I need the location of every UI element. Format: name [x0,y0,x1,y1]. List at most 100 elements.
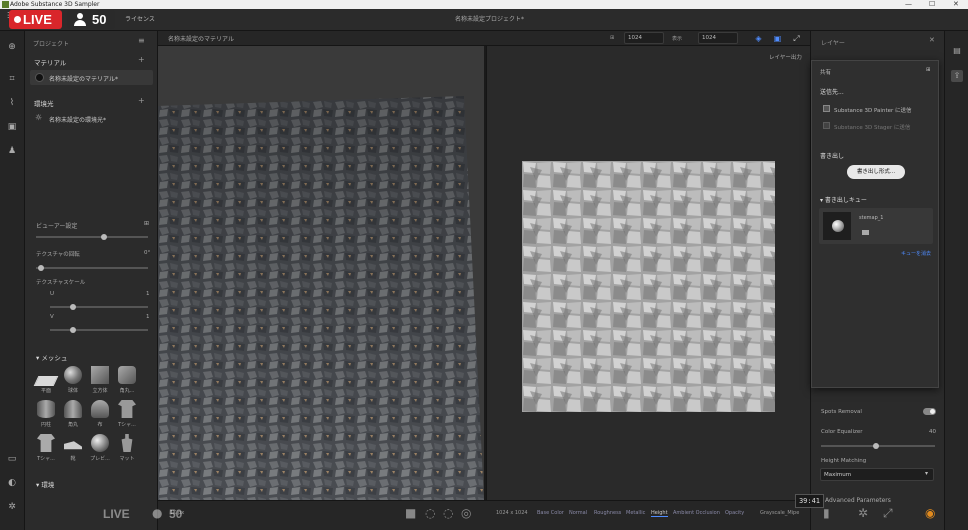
environment-item-label: 名称未設定の環境光* [49,117,107,124]
mesh-cylinder[interactable]: 円柱 [35,400,57,430]
palette-icon[interactable]: ◐ [6,477,18,489]
export-format-button[interactable]: 書き出し形式... [847,165,905,179]
viewport-title: 名称未設定のマテリアル [168,36,234,43]
mesh-mannequin[interactable]: マット [116,434,138,464]
split-view-icon[interactable]: ▣ [772,33,783,44]
share-label: 共有 [820,70,832,76]
material-item[interactable]: 名称未設定のマテリアル* [30,70,153,85]
shoe-icon [64,441,82,450]
preview-sphere-icon [91,434,109,452]
maximize-button[interactable]: ☐ [929,0,935,8]
mesh-sphere[interactable]: 球体 [62,366,84,396]
color-equalizer-slider[interactable] [821,443,935,449]
mesh-title: ▾ メッシュ [36,354,68,362]
live-badge: LIVE [9,10,62,29]
u-label: U [50,291,55,297]
mesh-shoe[interactable]: 靴 [62,434,84,464]
mesh-tshirt[interactable]: Tシャ... [116,400,138,430]
mesh-rounded[interactable]: 角丸 [62,400,84,430]
mesh-preview-sphere[interactable]: プレビ... [89,434,111,464]
menu-license[interactable]: ライセンス [125,14,155,23]
right-toolbar: ▤ ⇪ [944,31,968,530]
popover-options-icon[interactable]: ⊞ [926,67,931,73]
u-scale-slider[interactable] [50,304,148,310]
frame-icon[interactable]: ▣ [6,121,18,133]
2d-viewport[interactable]: レイヤー出力 [486,46,810,500]
mesh-label: 角丸... [119,388,135,394]
send-to-painter-link[interactable]: Substance 3D Painter に送信 [834,106,912,114]
mesh-plane[interactable]: 平面 [33,366,59,396]
mesh-label: 布 [97,422,103,428]
rotate-icon[interactable]: ◌ [425,506,435,520]
mesh-cloth[interactable]: 布 [89,400,111,430]
fullscreen-icon[interactable]: ⤢ [791,33,802,44]
add-environment-icon[interactable]: + [138,96,145,105]
resolution-select[interactable]: 1024 [624,32,664,44]
mesh-label: Tシャ... [37,456,55,462]
viewer-settings-section: ビューアー設定 ⊞ テクスチャの回転 0° テクスチャスケール U 1 V 1 [30,212,152,336]
signal-bars-icon: ▮ [823,506,830,520]
left-toolbar: ⊕ ⌗ ⌇ ▣ ♟ ▭ ◐ ✲ [0,31,25,530]
close-panel-icon[interactable]: ✕ [929,36,935,44]
minimize-button[interactable]: — [905,0,912,8]
mesh-label: 球体 [67,388,78,394]
brush-icon[interactable]: ⌇ [6,97,18,109]
layers-heading: レイヤー [821,40,845,47]
layer-output-dropdown[interactable]: レイヤー出力 [769,53,802,61]
height-map-preview [522,161,775,412]
window-title: Adobe Substance 3D Sampler [10,1,100,8]
app-logo-icon [2,1,9,8]
mesh-label: 円柱 [40,422,51,428]
mesh-rounded-cube[interactable]: 角丸... [116,366,138,396]
mesh-tshirt-2[interactable]: Tシャ... [35,434,57,464]
crop-icon[interactable]: ⌗ [6,73,18,85]
display-label: 表示 [672,36,683,42]
clear-queue-link[interactable]: キューを消去 [901,250,931,257]
cloth-icon [91,400,109,418]
zoom-icon[interactable]: ◌ [443,506,453,520]
gear-icon[interactable]: ✲ [858,506,868,520]
environment-section-title: ▾ 環境 [36,481,55,489]
close-window-button[interactable]: ✕ [953,0,959,8]
document-title: 名称未設定プロジェクト* [455,16,525,23]
menu-bar: ライセンス 名称未設定プロジェクト* ☰ [0,9,968,31]
height-matching-select[interactable]: Maximum [820,468,934,481]
display-resolution-select[interactable]: 1024 [698,32,738,44]
spots-removal-toggle[interactable] [923,408,936,415]
overlay-live-label: LIVE [103,507,130,521]
share-export-popover: 共有 ⊞ 送信先... Substance 3D Painter に送信 Sub… [811,60,939,388]
environment-label: 環境光 [34,100,54,108]
export-queue-text: 書き出しキュー [824,197,867,204]
folder-icon[interactable] [862,230,869,235]
mesh-cube[interactable]: 立方体 [89,366,111,396]
project-heading: プロジェクト [33,41,70,48]
exposure-slider[interactable] [36,234,148,240]
painter-app-icon [823,105,830,112]
share-icon[interactable]: ⇪ [951,70,963,82]
environment-item[interactable]: ☼ 名称未設定の環境光* [30,111,153,126]
v-value: 1 [146,314,150,320]
reset-view-icon[interactable]: ◎ [461,506,471,520]
cylinder-icon [37,400,55,418]
mesh-label: Tシャ... [118,422,136,428]
3d-viewport[interactable] [158,46,484,500]
project-menu-icon[interactable]: ≡ [138,36,145,45]
rotation-slider[interactable] [36,265,148,271]
layers-icon[interactable]: ▤ [951,45,963,57]
viewer-count: 50 [92,12,107,27]
spots-removal-label: Spots Removal [821,409,862,415]
camera-icon[interactable]: ■ [405,506,416,520]
material-thumbnail [35,73,44,82]
viewer-settings-icon[interactable]: ▭ [6,453,18,465]
color-equalizer-value: 40 [929,429,936,435]
add-icon[interactable]: ⊕ [6,41,18,53]
v-scale-slider[interactable] [50,327,148,333]
send-to-stager-link[interactable]: Substance 3D Stager に送信 [834,123,910,131]
export-queue-item[interactable]: stemap_1 [819,208,933,244]
add-material-icon[interactable]: + [138,55,145,64]
3d-view-icon[interactable]: ◈ [753,33,764,44]
rounded-icon [64,400,82,418]
viewer-settings-menu-icon[interactable]: ⊞ [144,220,149,227]
person-icon[interactable]: ♟ [6,145,18,157]
expand-icon[interactable]: ⤢ [883,506,893,521]
